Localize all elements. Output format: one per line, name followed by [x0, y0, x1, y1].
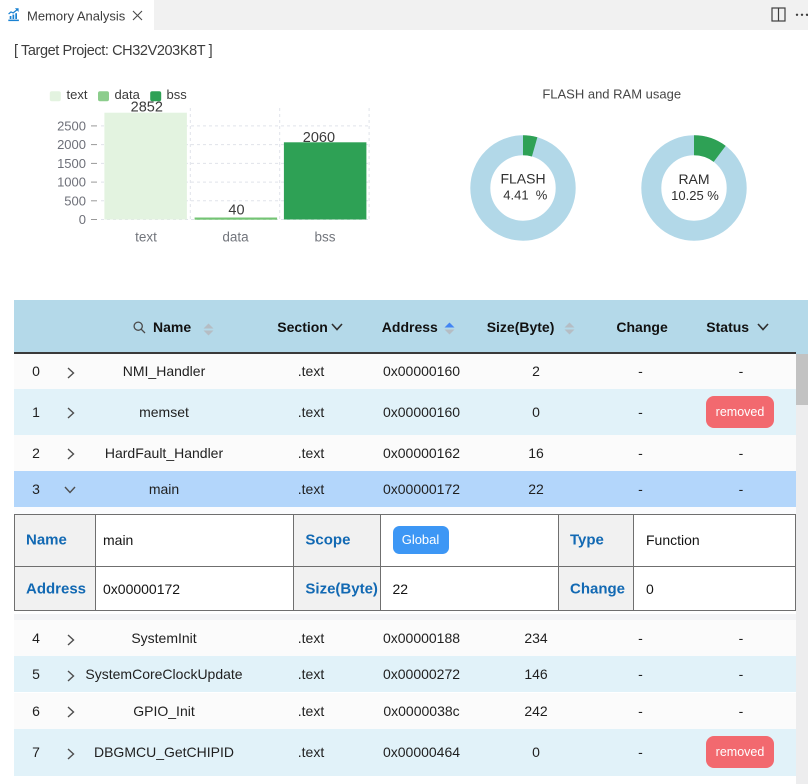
svg-text:1500: 1500	[57, 156, 86, 171]
svg-text:40: 40	[228, 202, 244, 218]
svg-text:RAM: RAM	[678, 171, 709, 187]
svg-text:data: data	[222, 230, 249, 245]
svg-text:bss: bss	[314, 230, 335, 245]
svg-text:bss: bss	[167, 87, 188, 102]
svg-text:2500: 2500	[57, 118, 86, 133]
svg-text:4.41 %: 4.41 %	[503, 188, 548, 203]
svg-text:text: text	[67, 87, 88, 102]
svg-text:500: 500	[64, 193, 86, 208]
svg-text:10.25 %: 10.25 %	[671, 188, 719, 203]
svg-text:2060: 2060	[303, 130, 335, 146]
svg-text:1000: 1000	[57, 175, 86, 190]
svg-text:0: 0	[79, 212, 86, 227]
svg-text:2852: 2852	[131, 99, 163, 115]
svg-text:FLASH: FLASH	[500, 171, 545, 187]
svg-text:text: text	[135, 230, 157, 245]
svg-text:2000: 2000	[57, 137, 86, 152]
